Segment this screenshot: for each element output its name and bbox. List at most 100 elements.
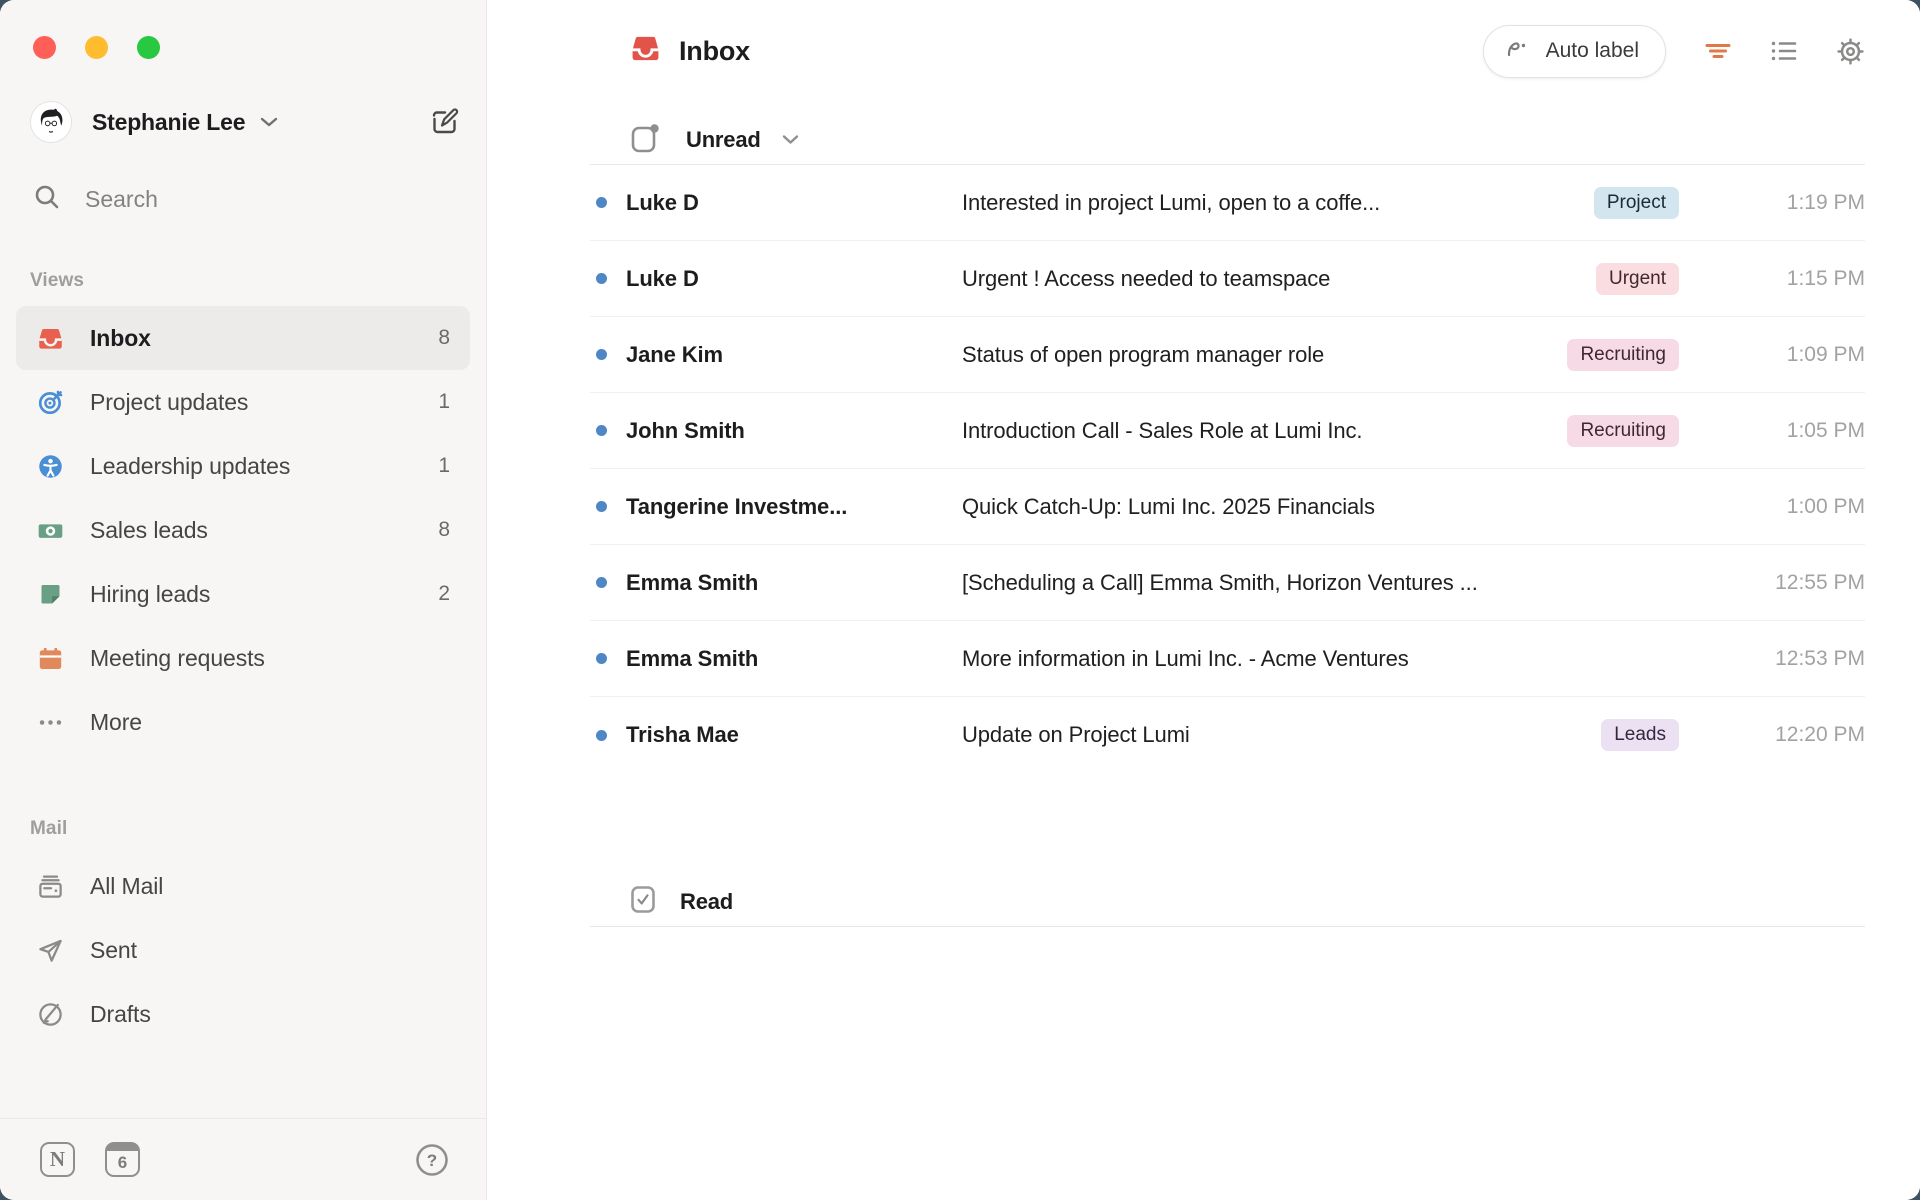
note-icon	[36, 581, 64, 608]
unread-email-list: Luke D Interested in project Lumi, open …	[590, 165, 1865, 773]
email-subject: Quick Catch-Up: Lumi Inc. 2025 Financial…	[962, 494, 1679, 520]
zoom-window-button[interactable]	[137, 36, 160, 59]
email-row[interactable]: John Smith Introduction Call - Sales Rol…	[590, 393, 1865, 469]
sidebar-item-more[interactable]: More	[16, 690, 470, 754]
list-view-icon[interactable]	[1770, 37, 1798, 65]
sidebar-item-all-mail[interactable]: All Mail	[16, 854, 470, 918]
unread-section-header[interactable]: Unread	[590, 116, 1865, 164]
filter-icon[interactable]	[1704, 37, 1732, 65]
ellipsis-icon	[36, 709, 64, 736]
sidebar-item-leadership-updates[interactable]: Leadership updates 1	[16, 434, 470, 498]
profile-name: Stephanie Lee	[92, 109, 245, 136]
search-icon	[33, 183, 61, 216]
email-time: 12:20 PM	[1679, 723, 1865, 747]
checkbox-checked-icon	[630, 885, 656, 919]
email-sender: Emma Smith	[626, 570, 962, 596]
avatar	[30, 101, 72, 143]
sidebar-item-sales-leads[interactable]: Sales leads 8	[16, 498, 470, 562]
sidebar: Stephanie Lee Search Views	[0, 0, 487, 1200]
mail-section-header: Mail	[30, 818, 486, 840]
email-label: Leads	[1601, 719, 1679, 751]
calendar-icon	[36, 645, 64, 672]
sidebar-item-label: Sales leads	[90, 517, 208, 544]
sidebar-item-label: Hiring leads	[90, 581, 210, 608]
notion-calendar-icon[interactable]: 6	[105, 1142, 140, 1177]
email-sender: Tangerine Investme...	[626, 494, 962, 520]
money-icon	[36, 517, 64, 544]
sidebar-item-sent[interactable]: Sent	[16, 918, 470, 982]
email-sender: John Smith	[626, 418, 962, 444]
main-header: Inbox Auto label	[590, 24, 1865, 78]
sidebar-item-meeting-requests[interactable]: Meeting requests	[16, 626, 470, 690]
sidebar-item-hiring-leads[interactable]: Hiring leads 2	[16, 562, 470, 626]
email-label: Recruiting	[1567, 415, 1679, 447]
unread-count: 2	[438, 582, 450, 606]
sidebar-footer: N 6 ?	[0, 1118, 486, 1200]
email-label: Urgent	[1596, 263, 1679, 295]
unread-dot	[596, 425, 607, 436]
unread-dot	[596, 273, 607, 284]
compose-button[interactable]	[429, 107, 460, 138]
email-label: Recruiting	[1567, 339, 1679, 371]
notion-app-icon[interactable]: N	[40, 1142, 75, 1177]
search-input[interactable]: Search	[33, 183, 460, 216]
unread-dot	[596, 653, 607, 664]
settings-gear-icon[interactable]	[1836, 37, 1865, 66]
email-sender: Luke D	[626, 266, 962, 292]
sidebar-item-label: More	[90, 709, 142, 736]
auto-label-icon	[1504, 34, 1532, 68]
send-icon	[36, 937, 64, 964]
unread-dot	[596, 349, 607, 360]
email-time: 1:19 PM	[1679, 191, 1865, 215]
email-subject: Introduction Call - Sales Role at Lumi I…	[962, 418, 1547, 444]
sidebar-item-label: Project updates	[90, 389, 248, 416]
sidebar-item-label: Drafts	[90, 1001, 151, 1028]
email-time: 1:15 PM	[1679, 267, 1865, 291]
email-time: 1:09 PM	[1679, 343, 1865, 367]
chevron-down-icon	[259, 115, 279, 134]
help-icon[interactable]: ?	[414, 1142, 450, 1178]
read-section-label: Read	[680, 889, 733, 915]
email-time: 1:00 PM	[1679, 495, 1865, 519]
draft-icon	[36, 1001, 64, 1028]
sidebar-item-label: All Mail	[90, 873, 163, 900]
email-row[interactable]: Emma Smith More information in Lumi Inc.…	[590, 621, 1865, 697]
svg-text:?: ?	[427, 1151, 437, 1170]
email-sender: Jane Kim	[626, 342, 962, 368]
person-icon	[36, 453, 64, 480]
email-row[interactable]: Tangerine Investme... Quick Catch-Up: Lu…	[590, 469, 1865, 545]
email-row[interactable]: Luke D Interested in project Lumi, open …	[590, 165, 1865, 241]
close-window-button[interactable]	[33, 36, 56, 59]
page-title: Inbox	[679, 36, 750, 67]
sidebar-item-label: Meeting requests	[90, 645, 265, 672]
auto-label-button[interactable]: Auto label	[1483, 25, 1666, 78]
minimize-window-button[interactable]	[85, 36, 108, 59]
email-row[interactable]: Emma Smith [Scheduling a Call] Emma Smit…	[590, 545, 1865, 621]
inbox-icon	[630, 33, 661, 69]
unread-dot	[596, 501, 607, 512]
unread-count: 8	[438, 326, 450, 350]
sidebar-item-project-updates[interactable]: Project updates 1	[16, 370, 470, 434]
email-row[interactable]: Luke D Urgent ! Access needed to teamspa…	[590, 241, 1865, 317]
email-row[interactable]: Jane Kim Status of open program manager …	[590, 317, 1865, 393]
email-subject: Status of open program manager role	[962, 342, 1547, 368]
unread-dot	[596, 730, 607, 741]
email-time: 12:55 PM	[1679, 571, 1865, 595]
unread-icon	[630, 122, 660, 159]
sidebar-item-label: Inbox	[90, 325, 151, 352]
sidebar-item-drafts[interactable]: Drafts	[16, 982, 470, 1046]
email-sender: Trisha Mae	[626, 722, 962, 748]
window-controls	[0, 0, 486, 59]
email-subject: Update on Project Lumi	[962, 722, 1581, 748]
email-row[interactable]: Trisha Mae Update on Project Lumi Leads …	[590, 697, 1865, 773]
auto-label-text: Auto label	[1546, 39, 1639, 63]
email-subject: More information in Lumi Inc. - Acme Ven…	[962, 646, 1679, 672]
account-switcher[interactable]: Stephanie Lee	[30, 101, 279, 143]
sidebar-item-inbox[interactable]: Inbox 8	[16, 306, 470, 370]
unread-count: 8	[438, 518, 450, 542]
email-sender: Emma Smith	[626, 646, 962, 672]
app-window: Stephanie Lee Search Views	[0, 0, 1920, 1200]
unread-dot	[596, 197, 607, 208]
sidebar-item-label: Leadership updates	[90, 453, 290, 480]
read-section-header[interactable]: Read	[590, 877, 1865, 927]
